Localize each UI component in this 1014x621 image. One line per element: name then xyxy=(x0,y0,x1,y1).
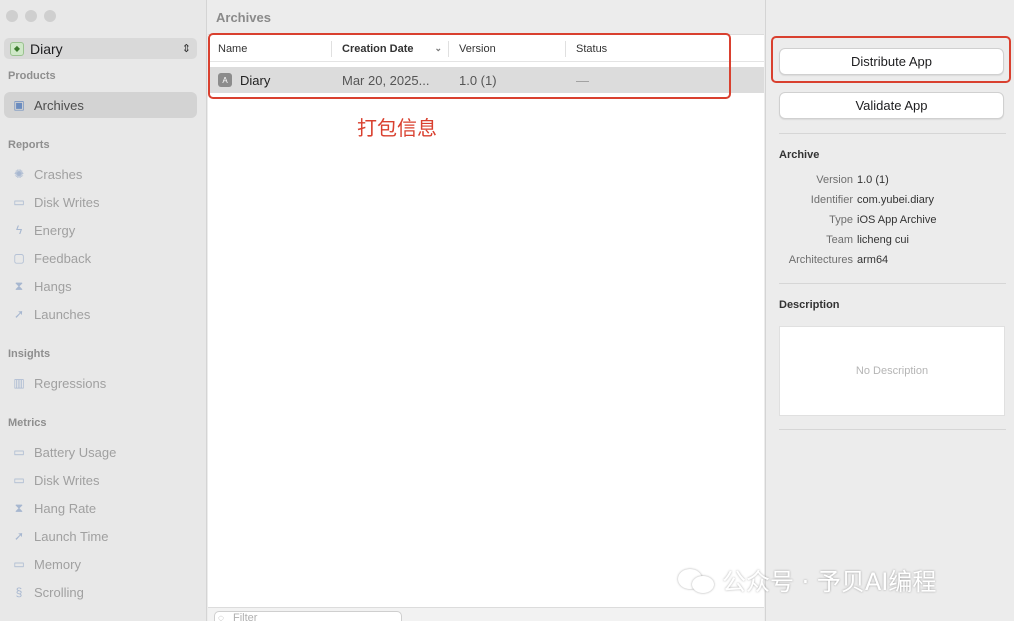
sidebar-item-energy[interactable]: ϟ Energy xyxy=(4,217,197,243)
detail-architectures: Architectures arm64 xyxy=(779,253,1006,267)
sidebar-item-launches[interactable]: ➚ Launches xyxy=(4,301,197,327)
disk-icon: ▭ xyxy=(13,195,25,209)
scroll-icon: § xyxy=(15,585,23,599)
detail-key: Version xyxy=(816,174,853,186)
pane-title: Archives xyxy=(208,0,764,35)
sidebar-item-scrolling[interactable]: § Scrolling xyxy=(4,579,197,605)
sidebar-item-label: Disk Writes xyxy=(34,194,100,210)
section-products: Products xyxy=(8,70,56,82)
divider xyxy=(779,133,1006,134)
zoom-window-button[interactable] xyxy=(44,10,56,22)
app-icon: ◆ xyxy=(10,41,24,56)
section-metrics: Metrics xyxy=(8,417,47,429)
detail-identifier: Identifier com.yubei.diary xyxy=(779,193,1006,207)
description-placeholder: No Description xyxy=(855,365,929,377)
sidebar-item-label: Launch Time xyxy=(34,528,109,544)
filter-icon: ◌ xyxy=(218,613,224,621)
divider xyxy=(779,283,1006,284)
sidebar-item-launch-time[interactable]: ➚ Launch Time xyxy=(4,523,197,549)
chevron-updown-icon: ⇕ xyxy=(181,43,191,55)
filter-placeholder: Filter xyxy=(233,612,258,621)
sidebar: ◆ Diary ⇕ Products ▣ Archives Reports ✺ … xyxy=(0,0,207,621)
window-controls xyxy=(6,10,56,22)
memory-icon: ▭ xyxy=(13,557,25,571)
detail-version: Version 1.0 (1) xyxy=(779,173,1006,187)
detail-value: com.yubei.diary xyxy=(857,194,935,206)
detail-type: Type iOS App Archive xyxy=(779,213,1006,227)
sidebar-item-battery-usage[interactable]: ▭ Battery Usage xyxy=(4,439,197,465)
disk-icon: ▭ xyxy=(13,473,25,487)
sidebar-item-disk-writes[interactable]: ▭ Disk Writes xyxy=(4,189,197,215)
validate-app-button[interactable]: Validate App xyxy=(779,92,1004,119)
sidebar-item-regressions[interactable]: ▥ Regressions xyxy=(4,370,197,396)
description-heading: Description xyxy=(779,299,840,311)
detail-value: iOS App Archive xyxy=(857,214,937,226)
close-window-button[interactable] xyxy=(6,10,18,22)
detail-value: 1.0 (1) xyxy=(857,174,889,186)
sidebar-item-label: Crashes xyxy=(34,166,83,182)
sidebar-item-label: Feedback xyxy=(34,250,92,266)
crash-icon: ✺ xyxy=(13,167,25,181)
sidebar-item-label: Scrolling xyxy=(34,584,84,600)
sidebar-item-label: Energy xyxy=(34,222,76,238)
section-reports: Reports xyxy=(8,139,50,151)
battery-icon: ▭ xyxy=(13,445,25,459)
sidebar-item-memory[interactable]: ▭ Memory xyxy=(4,551,197,577)
wechat-logo-icon xyxy=(676,566,716,594)
sidebar-item-crashes[interactable]: ✺ Crashes xyxy=(4,161,197,187)
filter-field[interactable]: ◌ Filter xyxy=(214,611,402,621)
scheme-selector[interactable]: ◆ Diary ⇕ xyxy=(4,38,197,59)
inspector-pane: Distribute App Validate App Archive Vers… xyxy=(765,0,1014,621)
sidebar-item-label: Archives xyxy=(34,97,84,113)
sidebar-item-metrics-disk-writes[interactable]: ▭ Disk Writes xyxy=(4,467,197,493)
sidebar-item-label: Hang Rate xyxy=(34,500,97,516)
detail-team: Team licheng cui xyxy=(779,233,1006,247)
annotation-box-archive-info xyxy=(208,33,731,99)
annotation-label: 打包信息 xyxy=(357,116,437,140)
archive-icon: ▣ xyxy=(13,98,25,112)
rocket-icon: ➚ xyxy=(13,307,25,321)
sidebar-item-hang-rate[interactable]: ⧗ Hang Rate xyxy=(4,495,197,521)
minimize-window-button[interactable] xyxy=(25,10,37,22)
sidebar-item-hangs[interactable]: ⧗ Hangs xyxy=(4,273,197,299)
sidebar-item-label: Disk Writes xyxy=(34,472,100,488)
rocket-icon: ➚ xyxy=(13,529,25,543)
detail-key: Identifier xyxy=(810,194,853,206)
archive-heading: Archive xyxy=(779,149,820,161)
description-field[interactable]: No Description xyxy=(779,326,1005,416)
feedback-icon: ▢ xyxy=(13,251,25,265)
sidebar-item-archives[interactable]: ▣ Archives xyxy=(4,92,197,118)
detail-value: arm64 xyxy=(857,254,889,266)
section-insights: Insights xyxy=(8,348,51,360)
watermark: 公众号 · 予贝AI编程 xyxy=(676,562,936,597)
bottom-bar: ◌ Filter xyxy=(208,607,764,621)
hourglass-icon: ⧗ xyxy=(14,278,24,293)
detail-key: Type xyxy=(829,214,853,226)
watermark-text: 公众号 · 予贝AI编程 xyxy=(722,568,937,596)
sidebar-item-label: Memory xyxy=(34,556,81,572)
sidebar-item-label: Hangs xyxy=(34,278,72,294)
sidebar-item-label: Regressions xyxy=(34,375,107,391)
scheme-label: Diary xyxy=(30,40,63,57)
divider xyxy=(779,429,1006,430)
detail-value: licheng cui xyxy=(857,234,909,246)
sidebar-item-feedback[interactable]: ▢ Feedback xyxy=(4,245,197,271)
detail-key: Architectures xyxy=(788,254,853,266)
detail-key: Team xyxy=(826,234,853,246)
annotation-box-distribute xyxy=(771,36,1011,83)
sidebar-item-label: Battery Usage xyxy=(34,444,117,460)
chart-icon: ▥ xyxy=(13,376,25,390)
hourglass-icon: ⧗ xyxy=(14,500,24,515)
sidebar-item-label: Launches xyxy=(34,306,91,322)
energy-icon: ϟ xyxy=(15,223,23,237)
